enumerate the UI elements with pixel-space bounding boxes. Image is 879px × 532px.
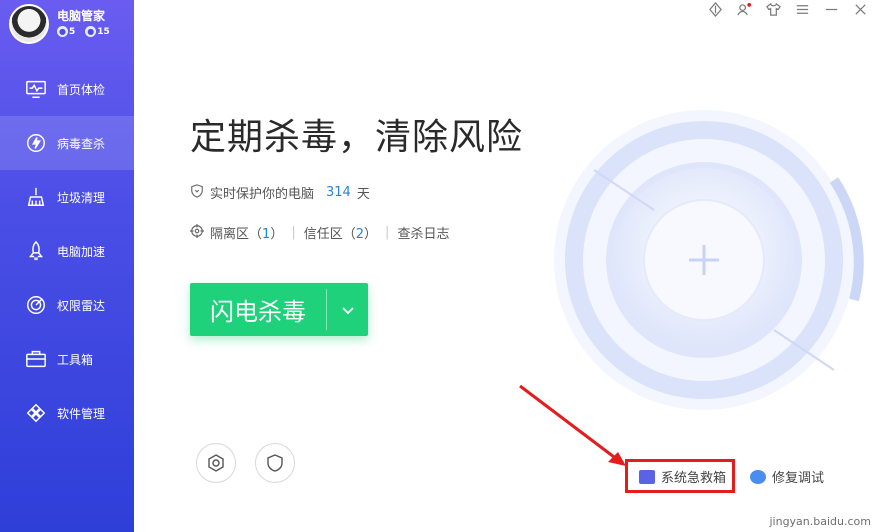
sidebar-item-permission-radar[interactable]: 权限雷达: [0, 278, 134, 332]
broom-icon: [25, 186, 47, 208]
target-icon: [190, 223, 204, 242]
monitor-pulse-icon: [25, 78, 47, 100]
sidebar-item-virus-scan[interactable]: 病毒查杀: [0, 116, 134, 170]
avatar[interactable]: [9, 4, 49, 44]
repair-tool-icon: [750, 469, 766, 484]
annotation-highlight-box: [625, 459, 735, 493]
page-title: 定期杀毒，清除风险: [190, 117, 524, 158]
sidebar-item-speedup[interactable]: 电脑加速: [0, 224, 134, 278]
sidebar-item-label: 软件管理: [57, 406, 106, 421]
protection-text: 实时保护你的电脑: [210, 187, 315, 202]
title-bar-controls: [707, 2, 869, 19]
settings-hex-button[interactable]: [196, 443, 236, 483]
chevron-down-icon: [341, 306, 354, 314]
annotation-arrow: [519, 384, 626, 466]
minimize-icon[interactable]: [823, 2, 840, 19]
apps-icon: [25, 402, 47, 424]
repair-debug-label: 修复调试: [772, 471, 825, 486]
app-name: 电脑管家: [57, 9, 106, 23]
sidebar-item-label: 垃圾清理: [57, 190, 106, 205]
sidebar-item-junk-clean[interactable]: 垃圾清理: [0, 170, 134, 224]
shield-heart-icon: [190, 183, 204, 202]
shirt-skin-icon[interactable]: [765, 2, 782, 19]
sidebar: 电脑管家 ● 5 ● 15 首页体检 病毒查杀 垃圾清理 电脑加速 权限雷达 工…: [0, 0, 134, 532]
shield-icon: [267, 454, 283, 472]
sidebar-item-label: 权限雷达: [57, 298, 106, 313]
skin-leaf-icon[interactable]: [707, 2, 724, 19]
hexagon-gear-icon: [208, 454, 224, 472]
protection-unit: 天: [356, 187, 370, 202]
protection-days: 314: [326, 185, 351, 200]
level-badge: ● 5: [57, 26, 76, 37]
sidebar-item-toolbox[interactable]: 工具箱: [0, 332, 134, 386]
sidebar-item-label: 电脑加速: [57, 244, 106, 259]
lightning-shield-icon: [25, 132, 47, 154]
menu-icon[interactable]: [794, 2, 811, 19]
divider: |: [385, 225, 390, 240]
profile[interactable]: 电脑管家 ● 5 ● 15: [8, 3, 134, 47]
watermark: jingyan.baidu.com: [769, 515, 871, 528]
badges: ● 5 ● 15: [57, 26, 110, 37]
scan-options-dropdown[interactable]: [327, 283, 368, 336]
repair-debug-button[interactable]: 修复调试: [750, 467, 824, 486]
badge-dot-icon: ●: [57, 26, 68, 37]
divider: |: [291, 225, 296, 240]
user-notice-icon[interactable]: [736, 2, 753, 19]
points-badge: ● 15: [85, 26, 110, 37]
trusted-zone-link[interactable]: 信任区（2）: [304, 223, 377, 242]
radar-icon: [25, 294, 47, 316]
sidebar-item-label: 病毒查杀: [57, 136, 106, 151]
toolbox-icon: [25, 348, 47, 370]
rocket-icon: [25, 240, 47, 262]
sidebar-nav: 首页体检 病毒查杀 垃圾清理 电脑加速 权限雷达 工具箱 软件管理: [0, 62, 134, 440]
sidebar-item-label: 首页体检: [57, 82, 106, 97]
sidebar-item-label: 工具箱: [57, 352, 94, 367]
scan-log-link[interactable]: 查杀日志: [397, 223, 449, 242]
quick-scan-button-group: 闪电杀毒: [190, 283, 368, 336]
zone-links: 隔离区（1） | 信任区（2） | 查杀日志: [190, 223, 449, 242]
close-icon[interactable]: [852, 2, 869, 19]
shield-button[interactable]: [255, 443, 295, 483]
quick-scan-button[interactable]: 闪电杀毒: [190, 283, 326, 336]
sidebar-item-software-manage[interactable]: 软件管理: [0, 386, 134, 440]
badge-dot-icon: ●: [85, 26, 97, 37]
sidebar-item-home-check[interactable]: 首页体检: [0, 62, 134, 116]
main-panel: 定期杀毒，清除风险 实时保护你的电脑 314 天 隔离区（1） | 信任区（2）…: [134, 0, 879, 532]
protection-status: 实时保护你的电脑 314 天: [190, 183, 370, 202]
quarantine-link[interactable]: 隔离区（1）: [210, 223, 283, 242]
